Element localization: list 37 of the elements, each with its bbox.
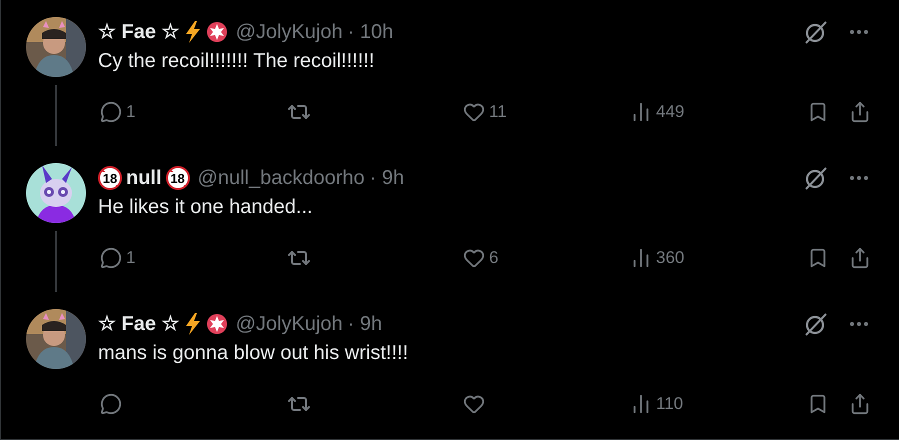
no-under-18-badge: 18 [98,166,122,190]
heart-icon[interactable] [463,247,485,269]
timestamp[interactable]: · 9h [348,309,382,339]
share-icon[interactable] [849,393,871,415]
no-under-18-badge: 18 [166,166,190,190]
handle-text[interactable]: @JolyKujoh [236,17,343,47]
display-name: ☆ Fae ☆ [98,312,180,337]
slashed-circle-icon[interactable] [803,19,829,45]
heart-icon[interactable] [463,101,485,123]
count-label: 6 [489,247,498,270]
flower-icon [206,21,228,43]
timestamp[interactable]: · 10h [348,17,394,47]
count-label: 449 [656,101,684,124]
flower-icon [206,313,228,335]
display-name: null [126,166,162,191]
display-name: ☆ Fae ☆ [98,20,180,45]
share-icon[interactable] [849,247,871,269]
heart-icon[interactable] [463,393,485,415]
tweet-text: mans is gonna blow out his wrist!!!! [98,341,410,366]
count-label: 11 [489,101,507,124]
count-label: 1 [126,101,136,124]
count-label: 360 [656,247,684,270]
handle-text[interactable]: @JolyKujoh [236,309,343,339]
handle-text[interactable]: @null_backdoorho [198,163,365,193]
count-label: 110 [656,393,684,416]
reply-icon[interactable] [100,247,122,269]
slashed-circle-icon[interactable] [803,311,829,337]
reply-icon[interactable] [100,101,122,123]
reply-icon[interactable] [100,393,122,415]
count-label: 1 [126,247,136,270]
tweet-text: Cy the recoil!!!!!!! The recoil!!!!!! [98,49,376,74]
lightning-icon [184,313,202,335]
slashed-circle-icon[interactable] [803,165,829,191]
lightning-icon [184,21,202,43]
tweet-text: He likes it one handed... [98,195,314,220]
timestamp[interactable]: · 9h [370,163,404,193]
share-icon[interactable] [849,101,871,123]
